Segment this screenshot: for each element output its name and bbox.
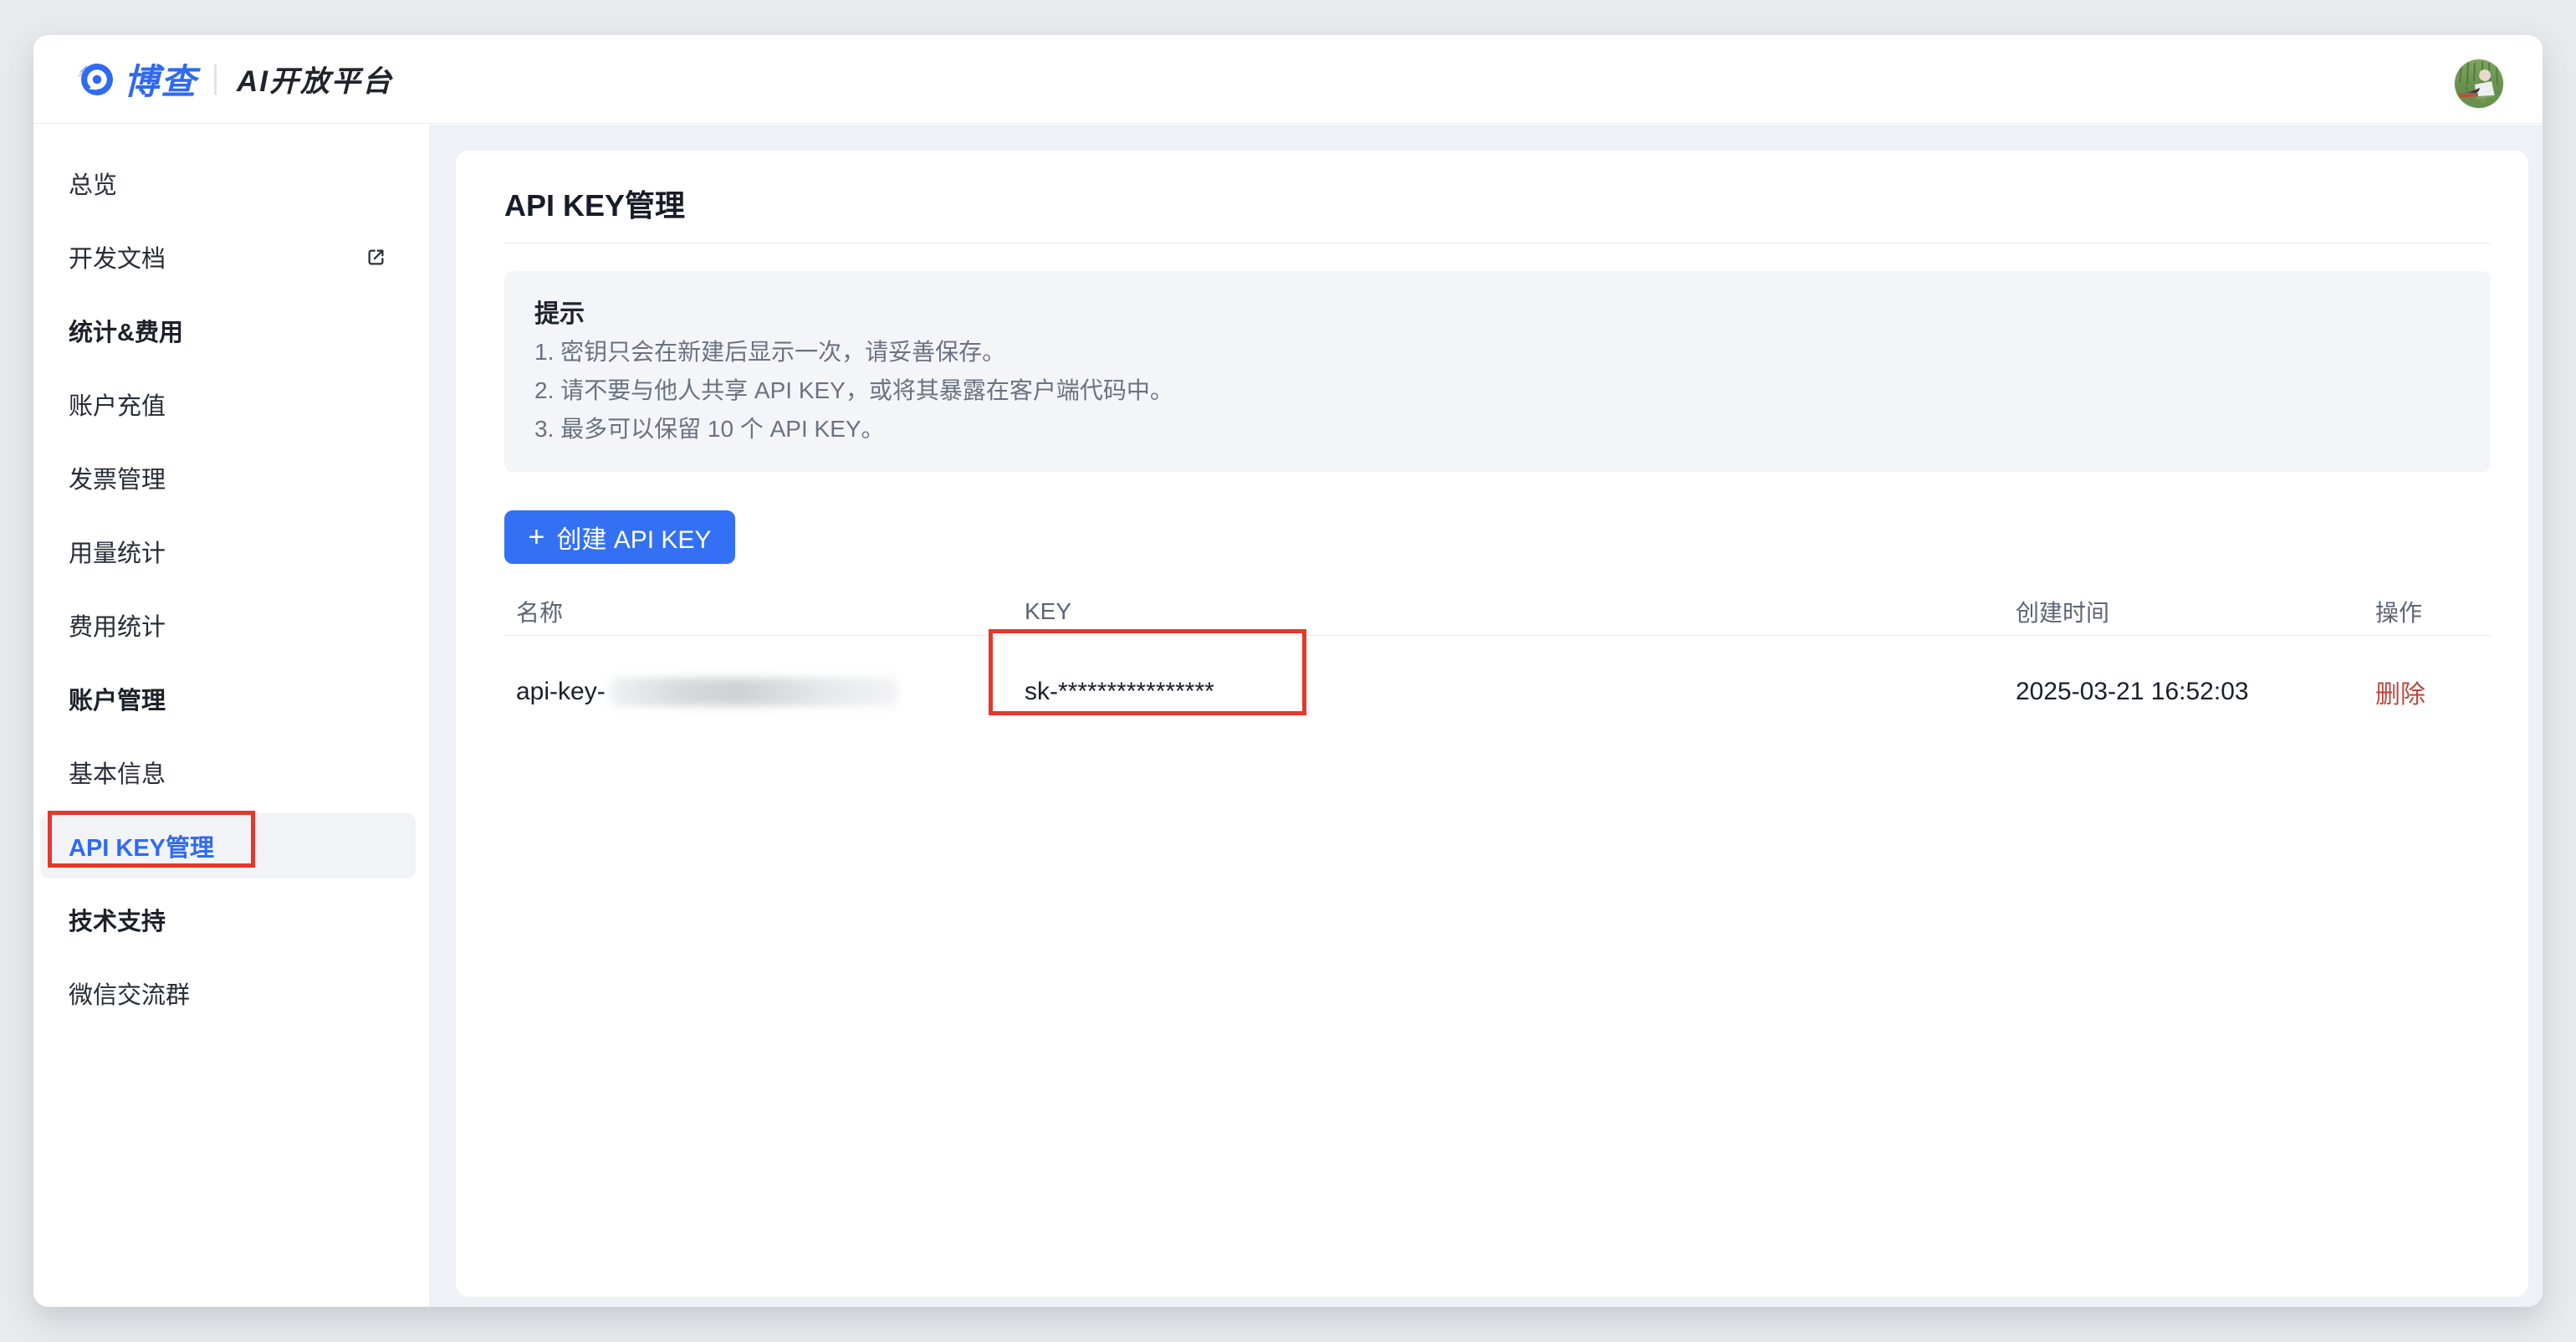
- sidebar-item-usage-stats[interactable]: 用量统计: [33, 515, 429, 588]
- api-key-name-cell: api-key-: [504, 678, 1025, 706]
- create-api-key-label: 创建 API KEY: [556, 519, 711, 556]
- api-key-name-prefix: api-key-: [516, 678, 606, 706]
- action-cell: 删除: [2375, 674, 2491, 710]
- redacted-name-blur: [611, 678, 898, 706]
- sidebar-item-invoice-management[interactable]: 发票管理: [33, 441, 429, 515]
- brand-logo[interactable]: 博查 AI开放平台: [75, 54, 393, 105]
- sidebar-section-account-management: 账户管理: [33, 662, 429, 735]
- annotation-rect-sidebar-api-key: [48, 811, 255, 868]
- brand-name: 博查: [124, 54, 197, 105]
- content-area: API KEY管理 提示 1. 密钥只会在新建后显示一次，请妥善保存。 2. 请…: [429, 125, 2543, 1307]
- sidebar-section-tech-support: 技术支持: [33, 883, 429, 956]
- column-header-action: 操作: [2375, 595, 2491, 628]
- annotation-rect-masked-key: [989, 629, 1306, 715]
- page-title: API KEY管理: [504, 187, 2491, 224]
- external-link-icon: [365, 246, 387, 269]
- tip-item-2: 2. 请不要与他人共享 API KEY，或将其暴露在客户端代码中。: [534, 371, 2461, 410]
- sidebar-nav: 总览 开发文档 统计&费用 账户充值 发票管理 用量统计 费用统计: [33, 125, 429, 1307]
- table-header-row: 名称 KEY 创建时间 操作: [504, 587, 2491, 636]
- sidebar-item-overview[interactable]: 总览: [33, 146, 429, 220]
- sidebar-item-wechat-group[interactable]: 微信交流群: [33, 956, 429, 1030]
- header-divider: [214, 64, 217, 95]
- avatar-image: [2455, 59, 2503, 108]
- api-key-panel: API KEY管理 提示 1. 密钥只会在新建后显示一次，请妥善保存。 2. 请…: [456, 151, 2528, 1297]
- tips-box: 提示 1. 密钥只会在新建后显示一次，请妥善保存。 2. 请不要与他人共享 AP…: [504, 271, 2491, 472]
- table-row: api-key- sk-**************** 2025-03-21 …: [504, 636, 2491, 748]
- bocha-logo-icon: [75, 59, 115, 100]
- delete-link[interactable]: 删除: [2375, 681, 2425, 709]
- column-header-key: KEY: [1025, 598, 2016, 625]
- sidebar-item-dev-docs[interactable]: 开发文档: [33, 220, 429, 294]
- sidebar-item-account-recharge[interactable]: 账户充值: [33, 367, 429, 441]
- platform-name: AI开放平台: [237, 58, 393, 100]
- sidebar-item-fee-stats[interactable]: 费用统计: [33, 588, 429, 662]
- plus-icon: +: [529, 523, 545, 551]
- user-avatar[interactable]: [2455, 59, 2503, 108]
- sidebar-section-stats-fees: 统计&费用: [33, 294, 429, 367]
- create-api-key-button[interactable]: + 创建 API KEY: [504, 510, 735, 564]
- created-time-cell: 2025-03-21 16:52:03: [2016, 678, 2375, 706]
- sidebar-item-basic-info[interactable]: 基本信息: [33, 735, 429, 809]
- tips-title: 提示: [534, 296, 2461, 333]
- tip-item-3: 3. 最多可以保留 10 个 API KEY。: [534, 410, 2461, 448]
- column-header-name: 名称: [504, 595, 1025, 628]
- column-header-created: 创建时间: [2016, 595, 2375, 628]
- top-header: 博查 AI开放平台: [33, 35, 2543, 124]
- tip-item-1: 1. 密钥只会在新建后显示一次，请妥善保存。: [534, 333, 2461, 371]
